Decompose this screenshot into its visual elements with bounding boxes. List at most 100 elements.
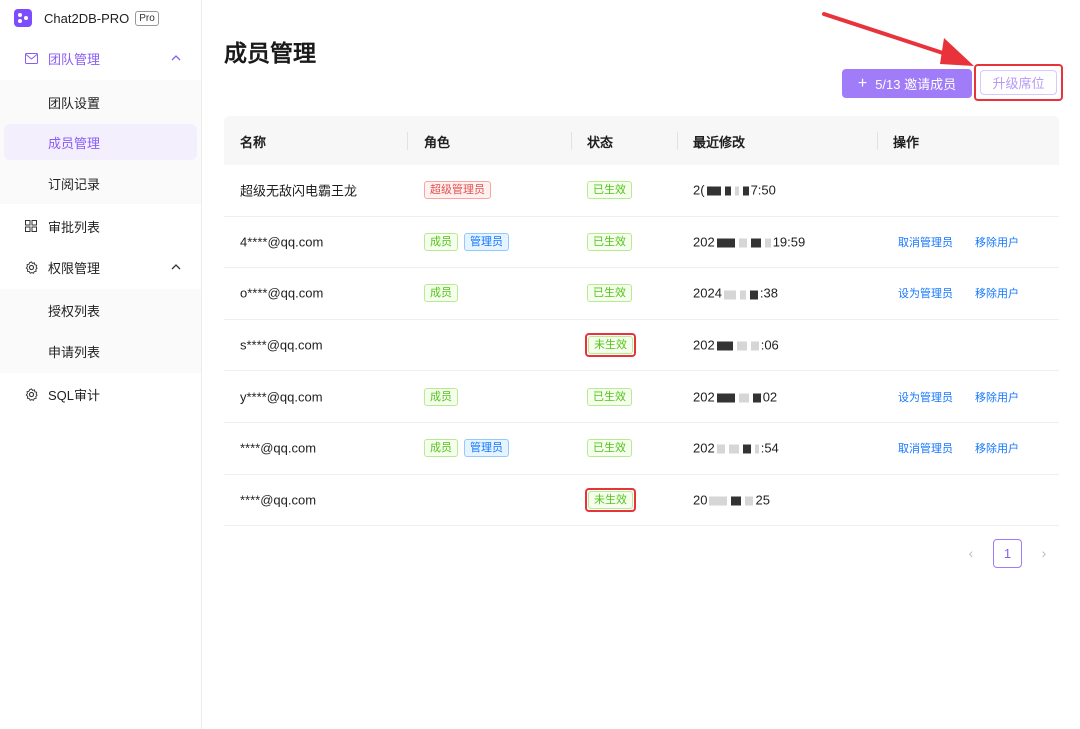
sidebar-item-grants[interactable]: 授权列表 — [4, 292, 197, 328]
remove-user-link[interactable]: 移除用户 — [975, 389, 1019, 405]
time-prefix: 202 — [693, 389, 715, 405]
table-row: o****@qq.com 成员 已生效 2024:38 设为管理员 移除用户 — [224, 268, 1059, 320]
sidebar-item-approval[interactable]: 审批列表 — [0, 208, 200, 244]
status-badge: 未生效 — [588, 490, 633, 509]
time-suffix: :38 — [759, 285, 778, 301]
remove-user-link[interactable]: 移除用户 — [975, 285, 1019, 301]
gear-icon — [24, 260, 38, 274]
time-prefix: 202 — [693, 234, 715, 250]
member-roles: 成员 — [424, 387, 464, 406]
member-name: ****@qq.com — [240, 492, 317, 508]
page-title: 成员管理 — [224, 40, 316, 66]
member-name: o****@qq.com — [240, 285, 324, 301]
table-header: 名称 角色 状态 最近修改 操作 — [224, 116, 1059, 165]
sidebar-item-requests[interactable]: 申请列表 — [4, 333, 197, 369]
redaction-block — [754, 444, 759, 454]
table-row: ****@qq.com 成员 管理员 已生效 202:54 取消管理员 移除用户 — [224, 423, 1059, 475]
time-suffix: :06 — [760, 337, 779, 353]
redaction-block — [716, 444, 725, 454]
upgrade-seats-button[interactable]: 升级席位 — [980, 70, 1057, 95]
role-tag: 成员 — [424, 232, 458, 251]
pagination-next-button[interactable]: › — [1036, 545, 1052, 561]
member-roles: 超级管理员 — [424, 181, 497, 200]
brand-logo-icon — [14, 9, 32, 27]
time-prefix: 2024 — [693, 285, 722, 301]
redaction-block — [734, 186, 739, 196]
time-prefix: 20 — [693, 492, 708, 508]
time-prefix: 2( — [693, 182, 705, 198]
modified-time: 202 19:59 — [693, 234, 805, 249]
remove-user-link[interactable]: 移除用户 — [975, 234, 1019, 250]
header-status: 状态 — [587, 135, 614, 150]
member-name: 超级无敌闪电霸王龙 — [240, 183, 358, 199]
redaction-block — [742, 444, 751, 454]
sidebar-item-permission[interactable]: 权限管理 — [0, 249, 200, 285]
remove-user-link[interactable]: 移除用户 — [975, 440, 1019, 456]
redaction-block — [716, 341, 733, 351]
member-name: y****@qq.com — [240, 389, 323, 405]
status-badge: 已生效 — [587, 284, 632, 303]
sidebar-item-sql-audit[interactable]: SQL审计 — [0, 376, 200, 412]
revoke-admin-link[interactable]: 取消管理员 — [898, 440, 953, 456]
member-name: ****@qq.com — [240, 440, 317, 456]
gear-icon — [24, 387, 38, 401]
redaction-block — [731, 496, 742, 506]
sidebar-item-members[interactable]: 成员管理 — [4, 124, 197, 160]
grid-icon — [24, 219, 38, 233]
redaction-block — [716, 238, 735, 248]
table-row: ****@qq.com 未生效 20 25 — [224, 475, 1059, 527]
redaction-block — [750, 341, 759, 351]
status-highlight-box: 未生效 — [585, 333, 636, 358]
redaction-block — [728, 444, 739, 454]
header-divider — [677, 132, 678, 150]
table-body: 超级无敌闪电霸王龙 超级管理员 已生效 2(7:50 4****@qq.com 成员 管理员… — [224, 165, 1059, 527]
header-actions: 操作 — [893, 135, 920, 150]
redaction-block — [706, 186, 721, 196]
modified-time: 202 :54 — [693, 441, 779, 456]
redaction-block — [716, 393, 735, 403]
plus-icon: + — [857, 74, 868, 92]
role-tag: 管理员 — [464, 439, 509, 458]
invite-member-button[interactable]: + 5/13 邀请成员 — [842, 69, 972, 98]
member-name: 4****@qq.com — [240, 234, 324, 250]
status-badge: 已生效 — [587, 232, 632, 251]
sidebar-item-label: 审批列表 — [48, 219, 101, 235]
redaction-block — [750, 238, 761, 248]
redaction-block — [738, 238, 747, 248]
status-badge: 已生效 — [587, 181, 632, 200]
time-prefix: 202 — [693, 440, 715, 456]
pagination-prev-button[interactable]: ‹ — [963, 545, 979, 561]
status-cell: 未生效 — [585, 487, 636, 512]
sidebar-item-team[interactable]: 团队管理 — [0, 40, 200, 76]
sidebar-item-subscriptions[interactable]: 订阅记录 — [4, 165, 197, 201]
chevron-up-icon — [171, 264, 181, 270]
redaction-block — [738, 393, 749, 403]
revoke-admin-link[interactable]: 取消管理员 — [898, 234, 953, 250]
pro-badge: Pro — [135, 10, 159, 26]
time-prefix: 202 — [693, 337, 715, 353]
set-admin-link[interactable]: 设为管理员 — [898, 285, 953, 301]
status-cell: 已生效 — [587, 284, 638, 303]
time-suffix: :54 — [760, 440, 779, 456]
pagination-page-1[interactable]: 1 — [993, 539, 1022, 568]
status-cell: 已生效 — [587, 387, 638, 406]
header-divider — [877, 132, 878, 150]
members-table: 名称 角色 状态 最近修改 操作 超级无敌闪电霸王龙 超级管理员 已生效 2(7:50… — [224, 116, 1059, 527]
redaction-block — [739, 290, 746, 300]
time-suffix: 7:50 — [750, 182, 776, 198]
status-highlight-box: 未生效 — [585, 487, 636, 512]
sidebar-item-label: SQL审计 — [48, 387, 101, 403]
redaction-block — [736, 341, 747, 351]
status-cell: 未生效 — [585, 333, 636, 358]
sidebar: Chat2DB-PRO Pro 团队管理 团队设置 成员管理 订阅记录 审批列表… — [0, 0, 202, 729]
table-row: 超级无敌闪电霸王龙 超级管理员 已生效 2( 7:50 — [224, 165, 1059, 217]
table-row: 4****@qq.com 成员 管理员 已生效 202 19:59 取消管理员 移除用户 — [224, 217, 1059, 269]
sidebar-item-label: 权限管理 — [48, 260, 101, 276]
redaction-block — [745, 496, 754, 506]
redaction-block — [724, 186, 731, 196]
status-cell: 已生效 — [587, 181, 638, 200]
role-tag: 管理员 — [464, 232, 509, 251]
brand-name: Chat2DB-PRO — [44, 10, 130, 26]
sidebar-item-team-settings[interactable]: 团队设置 — [4, 84, 197, 120]
set-admin-link[interactable]: 设为管理员 — [898, 389, 953, 405]
